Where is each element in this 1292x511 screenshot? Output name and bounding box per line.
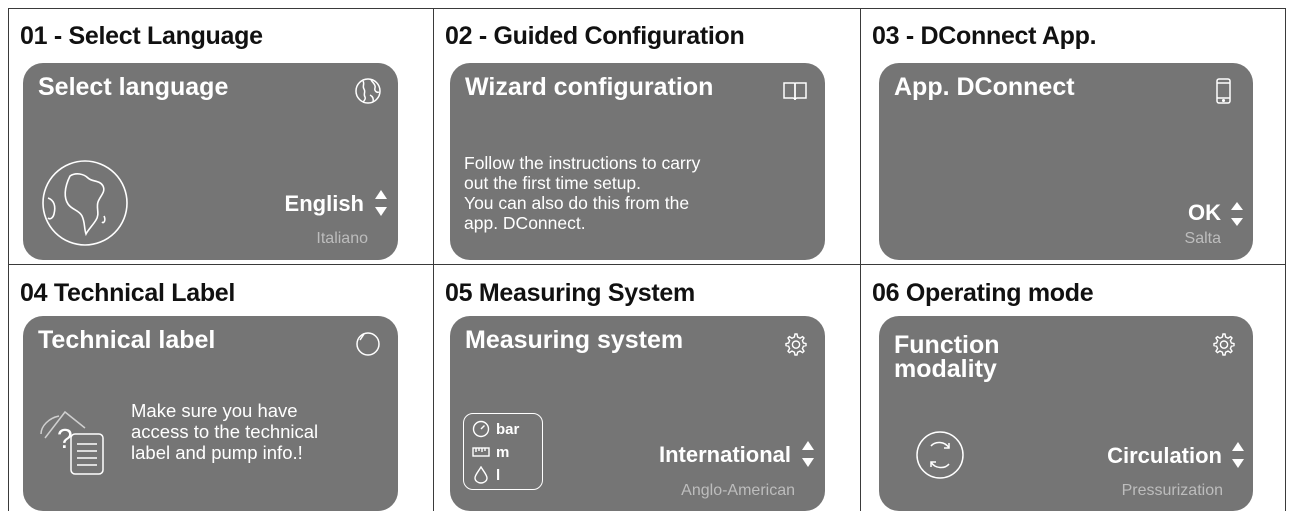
book-icon xyxy=(781,77,809,105)
screen-title: App. DConnect xyxy=(894,73,1075,101)
unit-pressure: bar xyxy=(496,420,520,438)
step-01: 01 - Select Language Select language Eng… xyxy=(8,8,433,264)
device-screen: App. DConnect OK Salta xyxy=(879,63,1253,260)
instruction-line: label and pump info.! xyxy=(131,442,303,463)
alternative-option[interactable]: Salta xyxy=(1185,230,1221,248)
option-scroll-arrows[interactable] xyxy=(1231,440,1245,470)
step-title: 04 Technical Label xyxy=(20,279,236,307)
question-document-icon: ? xyxy=(35,390,117,486)
screen-title: Function modality xyxy=(894,331,1000,383)
option-scroll-arrows[interactable] xyxy=(374,188,388,218)
alternative-option[interactable]: Italiano xyxy=(316,230,368,248)
device-screen: Wizard configuration Follow the instruct… xyxy=(450,63,825,260)
alternative-option[interactable]: Pressurization xyxy=(1122,482,1223,500)
step-title: 03 - DConnect App. xyxy=(872,22,1097,50)
device-screen: Measuring system bar m l International A… xyxy=(450,316,825,511)
ruler-icon xyxy=(472,443,490,461)
instruction-line: out the first time setup. xyxy=(464,173,642,193)
step-title: 06 Operating mode xyxy=(872,279,1094,307)
steps-grid: 01 - Select Language Select language Eng… xyxy=(8,8,1286,511)
step-title: 05 Measuring System xyxy=(445,279,695,307)
instruction-line: access to the technical xyxy=(131,421,319,442)
instruction-line: app. DConnect. xyxy=(464,213,586,233)
circulation-arrows-icon xyxy=(915,430,965,480)
selected-option[interactable]: English xyxy=(285,191,364,217)
device-screen: Technical label ? Make sure you have acc… xyxy=(23,316,398,511)
screen-title-line: Function xyxy=(894,331,1000,359)
units-panel: bar m l xyxy=(463,413,543,490)
screen-title: Select language xyxy=(38,73,229,101)
step-title: 01 - Select Language xyxy=(20,22,263,50)
step-06: 06 Operating mode Function modality Circ… xyxy=(860,264,1285,511)
option-scroll-arrows[interactable] xyxy=(801,439,815,469)
svg-text:?: ? xyxy=(57,423,73,454)
step-04: 04 Technical Label Technical label ? Mak… xyxy=(8,264,433,511)
grid-divider xyxy=(1285,8,1286,511)
gear-icon xyxy=(781,330,809,358)
screen-title: Technical label xyxy=(38,326,216,354)
screen-title: Wizard configuration xyxy=(465,73,714,101)
gauge-icon xyxy=(472,420,490,438)
alternative-option[interactable]: Anglo-American xyxy=(681,482,795,500)
screen-title: Measuring system xyxy=(465,326,684,354)
step-02: 02 - Guided Configuration Wizard configu… xyxy=(433,8,860,264)
instructions-text: Make sure you have access to the technic… xyxy=(131,400,318,463)
instruction-line: Make sure you have xyxy=(131,400,298,421)
instruction-line: Follow the instructions to carry xyxy=(464,153,701,173)
screen-title-line: modality xyxy=(894,355,997,383)
unit-length: m xyxy=(496,443,510,461)
earth-africa-icon xyxy=(40,158,130,248)
step-05: 05 Measuring System Measuring system bar xyxy=(433,264,860,511)
drop-icon xyxy=(472,465,490,484)
selected-option[interactable]: Circulation xyxy=(1107,443,1222,469)
smartphone-icon xyxy=(1209,77,1237,105)
selected-option[interactable]: International xyxy=(659,442,791,468)
instruction-line: You can also do this from the xyxy=(464,193,690,213)
circle-icon xyxy=(354,330,382,358)
option-scroll-arrows[interactable] xyxy=(1230,196,1244,230)
step-title: 02 - Guided Configuration xyxy=(445,22,745,50)
instructions-text: Follow the instructions to carry out the… xyxy=(464,153,700,233)
selected-option[interactable]: OK xyxy=(1188,200,1221,226)
device-screen: Select language English Italiano xyxy=(23,63,398,260)
device-screen: Function modality Circulation Pressuriza… xyxy=(879,316,1253,511)
unit-volume: l xyxy=(496,466,501,484)
gear-icon xyxy=(1209,330,1237,358)
step-03: 03 - DConnect App. App. DConnect OK Salt… xyxy=(860,8,1285,264)
globe-icon xyxy=(354,77,382,105)
